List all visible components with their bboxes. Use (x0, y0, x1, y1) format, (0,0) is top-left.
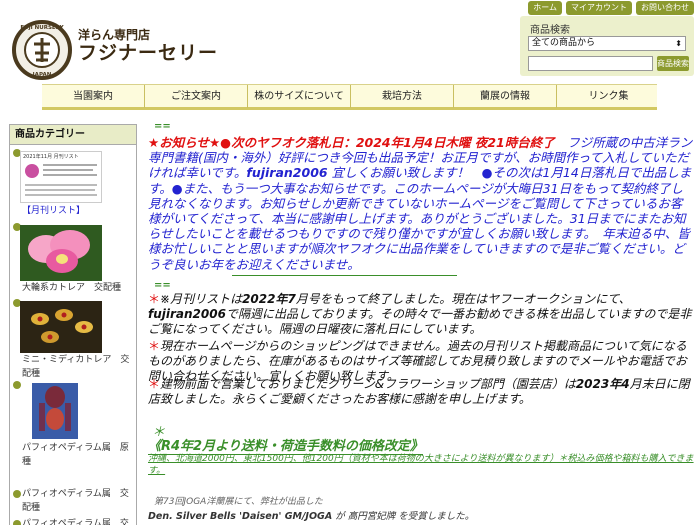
asterisk-icon: ＊ (148, 292, 161, 306)
thumbnail-flower (25, 164, 39, 178)
search-input[interactable] (528, 56, 653, 71)
sidebar-item-paphiopedilum-species[interactable]: パフィオペディラム属 原種 (10, 381, 136, 469)
sidebar-item-paphiopedilum-more[interactable]: パフィオペディラム属 交 (10, 517, 136, 525)
notice-block: ★お知らせ★●次のヤフオク落札日：2024年1月4日木曜 夜21時台終了 フジ所… (148, 135, 693, 272)
main-nav: 当園案内 ご注文案内 株のサイズについて 栽培方法 蘭展の情報 リンク集 (0, 84, 700, 110)
news-text: 建物前面で営業しておりましたグリーン&フラワーショップ部門（園芸店）は (160, 377, 576, 391)
joga-intro: 第73回JOGA洋蘭展にて、弊社が出品した (154, 497, 323, 507)
paphiopedilum-flower-image (32, 383, 78, 439)
asterisk-icon: ＊ (148, 377, 161, 391)
shipping-detail: 沖縄、北海道2000円、東北1500円、他1200円（資材や本は荷物の大きさによ… (148, 453, 696, 477)
logo[interactable]: FUJI NURSERY JAPAN (12, 20, 72, 80)
joga-award-name: Den. Silver Bells 'Daisen' GM/JOGA (148, 511, 333, 522)
sidebar-item-large-cattleya[interactable]: 大輪系カトレア 交配種 (10, 223, 136, 295)
thumbnail-line (25, 194, 97, 196)
shipping-title[interactable]: 《R4年2月より送料・荷造手数料の価格改定》 (148, 435, 423, 455)
top-links: ホーム マイアカウント お問い合わせ (528, 1, 694, 15)
mini-cattleya-flower-image (20, 301, 102, 353)
paphiopedilum-thumbnail[interactable] (32, 383, 78, 439)
page: FUJI NURSERY JAPAN 洋らん専門店 フジナーセリー ホーム マイ… (0, 0, 700, 525)
thumbnail-line (43, 169, 93, 171)
cattleya-flower-image (20, 225, 102, 281)
sidebar-item-label: 大輪系カトレア 交配種 (22, 283, 122, 293)
news-text: ※月刊リストは (160, 292, 243, 306)
shipping-detail-text: 沖縄、北海道2000円、東北1500円、他1200円（資材や本は荷物の大きさによ… (148, 454, 694, 476)
sidebar-title: 商品カテゴリー (10, 125, 136, 145)
divider-top: == (154, 121, 171, 132)
news-text: で隔週に出品しております。その時々で一番お勧めできる株を出品していますので是非ご… (148, 307, 692, 337)
nav-item-about[interactable]: 当園案内 (42, 85, 145, 108)
logo-ring-top: FUJI NURSERY (20, 25, 64, 31)
nav-item-size[interactable]: 株のサイズについて (248, 85, 351, 108)
sidebar-item-label: 【月刊リスト】 (22, 206, 86, 216)
top-link-home[interactable]: ホーム (528, 1, 562, 15)
notice-underline (232, 275, 457, 276)
nav-item-order[interactable]: ご注文案内 (145, 85, 248, 108)
sidebar-item-label: パフィオペディラム属 交 (22, 519, 129, 525)
nav-item-cultivation[interactable]: 栽培方法 (351, 85, 454, 108)
header: FUJI NURSERY JAPAN 洋らん専門店 フジナーセリー ホーム マイ… (0, 0, 700, 84)
nav-item-links[interactable]: リンク集 (557, 85, 660, 108)
sidebar-item-paphiopedilum-hybrid[interactable]: パフィオペディラム属 交配種 (10, 487, 136, 519)
asterisk-icon: ＊ (148, 339, 161, 353)
bullet-icon (13, 381, 21, 389)
nav-item-exhibitions[interactable]: 蘭展の情報 (454, 85, 557, 108)
news-bold: 2023年4 (575, 377, 630, 391)
sidebar-item-label: パフィオペディラム属 原種 (22, 443, 129, 467)
sidebar-item-label: ミニ・ミディカトレア 交配種 (22, 355, 130, 379)
logo-ring-bottom: JAPAN (32, 72, 52, 78)
search-category-select[interactable]: 全ての商品から ⬍ (528, 36, 686, 51)
shop-name[interactable]: フジナーセリー (78, 38, 218, 65)
notice-yahoo-id[interactable]: fujiran2006 (246, 165, 327, 180)
sidebar-item-monthly-list[interactable]: 2021年11月 月刊リスト 【月刊リスト】 (10, 149, 136, 219)
monthly-list-thumbnail[interactable]: 2021年11月 月刊リスト (20, 151, 102, 203)
sidebar: 商品カテゴリー 2021年11月 月刊リスト 【月刊リスト】 大輪系カトレア 交… (9, 124, 137, 525)
logo-seal-ring: FUJI NURSERY JAPAN (14, 22, 70, 78)
nav-strip: 当園案内 ご注文案内 株のサイズについて 栽培方法 蘭展の情報 リンク集 (42, 84, 657, 110)
news-item-monthly-list: ＊※月刊リストは2022年7月号をもって終了しました。現在はヤフーオークションに… (148, 292, 693, 338)
top-link-account[interactable]: マイアカウント (566, 1, 632, 15)
bullet-icon (13, 520, 21, 525)
divider-middle: == (154, 280, 171, 291)
cattleya-thumbnail[interactable] (20, 225, 102, 281)
search-box: 商品検索 全ての商品から ⬍ 商品検索 (520, 16, 694, 76)
mini-cattleya-thumbnail[interactable] (20, 301, 102, 353)
news-yahoo-id[interactable]: fujiran2006 (148, 307, 226, 321)
news-bold: 2022年7 (242, 292, 296, 306)
thumbnail-caption: 2021年11月 月刊リスト (23, 154, 79, 160)
bullet-icon (13, 490, 21, 498)
search-title: 商品検索 (530, 25, 570, 36)
top-link-contact[interactable]: お問い合わせ (636, 1, 694, 15)
notice-headline: ★お知らせ★●次のヤフオク落札日：2024年1月4日木曜 夜21時台終了 (148, 135, 555, 150)
joga-award: Den. Silver Bells 'Daisen' GM/JOGA が 高円宮… (148, 508, 474, 522)
thumbnail-line (43, 164, 97, 166)
news-item-shop-closed: ＊建物前面で営業しておりましたグリーン&フラワーショップ部門（園芸店）は2023… (148, 377, 693, 407)
chevron-down-icon: ⬍ (675, 39, 682, 48)
news-text: 月号をもって終了しました。現在はヤフーオークションにて、 (295, 292, 631, 306)
search-button[interactable]: 商品検索 (657, 56, 689, 71)
joga-award-text: が 高円宮妃牌 を受賞しました。 (332, 511, 475, 522)
search-select-value: 全ての商品から (532, 38, 596, 48)
sidebar-item-label: パフィオペディラム属 交配種 (22, 489, 129, 513)
main-content: == ★お知らせ★●次のヤフオク落札日：2024年1月4日木曜 夜21時台終了 … (146, 120, 696, 525)
thumbnail-line (25, 189, 95, 191)
notice-text-2: 宜しくお願い致します！ ●その次は1月14日落札日で出品します。●また、もう一つ… (148, 165, 692, 272)
thumbnail-line (25, 184, 97, 186)
sidebar-item-mini-cattleya[interactable]: ミニ・ミディカトレア 交配種 (10, 299, 136, 379)
thumbnail-line (43, 174, 97, 176)
